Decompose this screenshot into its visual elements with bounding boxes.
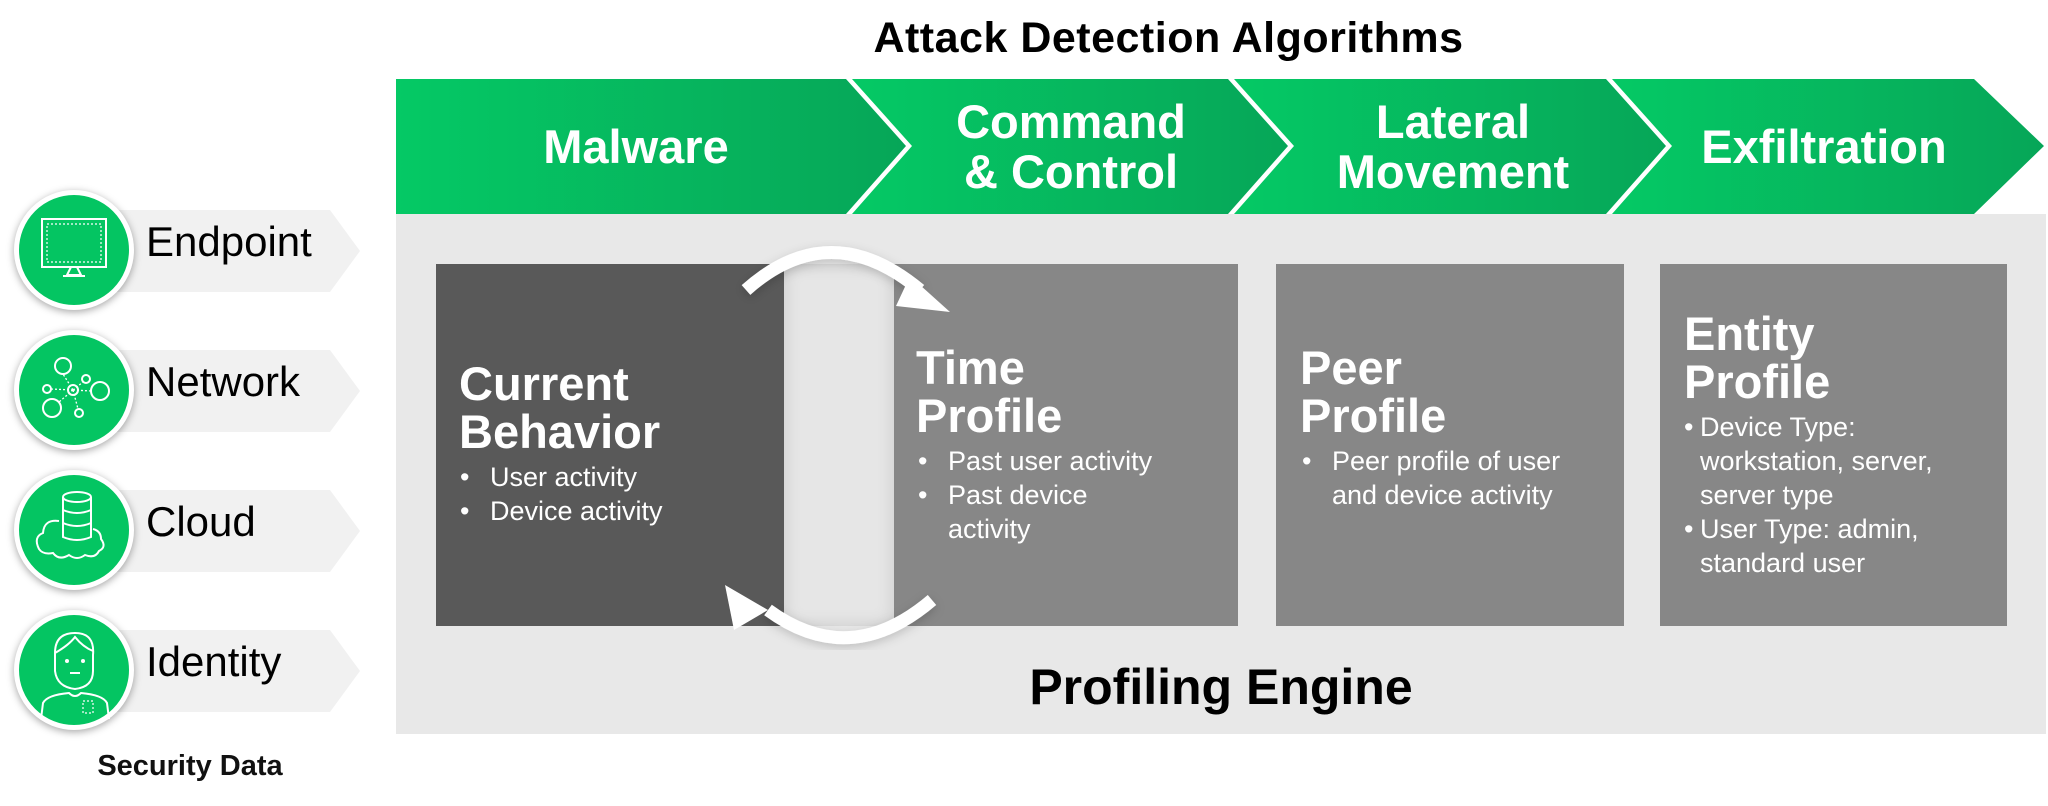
stage-label-command-control: Command & Control (956, 94, 1186, 198)
arrow-bottom-arc (764, 595, 937, 645)
source-label: Endpoint (146, 218, 312, 265)
source-label: Identity (146, 638, 282, 685)
bullet-item: User Type: admin, standard user (1684, 512, 1994, 580)
source-icon-circle (14, 190, 134, 310)
source-endpoint: Endpoint (0, 186, 400, 314)
cloud-database-icon (35, 491, 105, 559)
stage-label-exfiltration: Exfiltration (1701, 119, 1947, 173)
arrow-bottom-head (725, 585, 768, 630)
profiling-engine-title: Profiling Engine (1029, 659, 1413, 715)
security-data-caption: Security Data (97, 750, 283, 782)
source-label: Network (146, 358, 301, 405)
source-icon-circle (14, 610, 134, 730)
diagram-title: Attack Detection Algorithms (873, 14, 1464, 62)
bullet-item: Device Type: workstation, server, server… (1684, 410, 1994, 512)
card-entity-profile: Entity Profile Device Type: workstation,… (1660, 264, 2007, 626)
source-network: Network (0, 326, 400, 454)
source-label: Cloud (146, 498, 256, 545)
network-nodes-icon (42, 357, 110, 418)
source-icon-circle (14, 330, 134, 450)
person-icon (40, 631, 110, 720)
stage-label-malware: Malware (543, 119, 729, 173)
bullet-item: Peer profile of user and device activity (1300, 444, 1570, 512)
monitor-icon (41, 218, 107, 277)
card-bullets: Peer profile of user and device activity (1300, 444, 1570, 512)
arrow-top-arc (741, 246, 925, 295)
source-cloud: Cloud (0, 466, 400, 594)
card-bullets: Device Type: workstation, server, server… (1684, 410, 1994, 580)
card-peer-profile: Peer Profile Peer profile of user and de… (1276, 264, 1624, 626)
card-title: Entity Profile (1684, 307, 1831, 408)
source-identity: Identity (0, 606, 400, 734)
card-title: Peer Profile (1300, 341, 1447, 442)
cycle-arrows-icon (725, 246, 950, 645)
stage-label-lateral-movement: Lateral Movement (1336, 94, 1570, 198)
attack-stage-chevrons: Malware Command & Control Lateral Moveme… (396, 79, 2046, 214)
card-title: Current Behavior (459, 357, 661, 458)
source-icon-circle (14, 470, 134, 590)
